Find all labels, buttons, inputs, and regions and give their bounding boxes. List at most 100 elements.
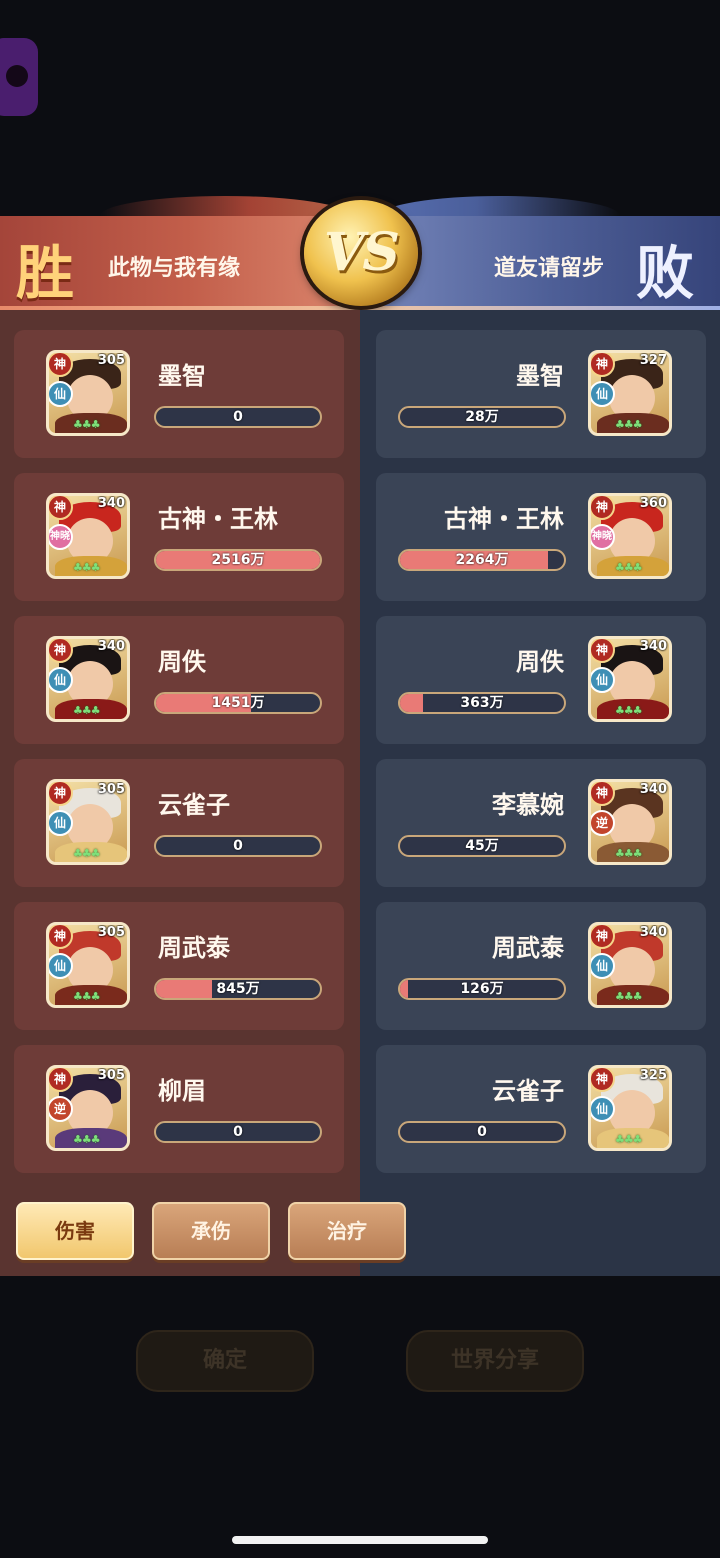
hero-level: 340 [97,496,125,511]
damage-value: 0 [233,1124,243,1140]
tier-badge: 神 [49,1068,73,1092]
damage-bar: 45万 [398,835,566,857]
tier-badge: 神 [49,925,73,949]
hero-portrait[interactable]: 327 神仙 ♣♣♣ [588,350,672,436]
damage-bar: 1451万 [154,692,322,714]
class-badge: 仙 [49,953,73,979]
damage-value: 363万 [460,695,504,711]
left-team-name: 此物与我有缘 [108,256,241,281]
damage-value: 126万 [460,981,504,997]
damage-value: 0 [233,838,243,854]
hero-portrait[interactable]: 360 神神晓 ♣♣♣ [588,493,672,579]
hero-portrait[interactable]: 340 神仙 ♣♣♣ [588,636,672,722]
class-badge: 仙 [49,667,73,693]
left-hero-card[interactable]: 305 神仙 ♣♣♣ 墨智 0 [14,330,344,458]
damage-value: 28万 [465,409,499,425]
damage-value: 0 [477,1124,487,1140]
class-badge: 神晓 [591,524,615,550]
tier-badge: 神 [591,639,615,663]
star-rating-icon: ♣♣♣ [615,704,643,717]
hero-name: 李慕婉 [492,791,564,819]
left-hero-card[interactable]: 305 神逆 ♣♣♣ 柳眉 0 [14,1045,344,1173]
damage-bar: 2264万 [398,549,566,571]
tab-healing[interactable]: 治疗 [288,1202,406,1260]
hero-level: 305 [97,782,125,797]
right-hero-card[interactable]: 325 神仙 ♣♣♣ 云雀子 0 [376,1045,706,1173]
hero-portrait[interactable]: 305 神逆 ♣♣♣ [46,1065,130,1151]
class-badge: 仙 [591,953,615,979]
world-share-button[interactable]: 世界分享 [406,1330,584,1392]
tier-badge: 神 [49,782,73,806]
star-rating-icon: ♣♣♣ [73,561,101,574]
left-hero-card[interactable]: 305 神仙 ♣♣♣ 周武泰 845万 [14,902,344,1030]
damage-bar: 2516万 [154,549,322,571]
hero-level: 340 [639,639,667,654]
right-hero-card[interactable]: 340 神逆 ♣♣♣ 李慕婉 45万 [376,759,706,887]
damage-value: 1451万 [211,695,265,711]
hero-level: 305 [97,925,125,940]
hero-name: 周武泰 [158,934,230,962]
star-rating-icon: ♣♣♣ [73,990,101,1003]
left-hero-card[interactable]: 340 神仙 ♣♣♣ 周佚 1451万 [14,616,344,744]
menu-button[interactable] [0,38,38,116]
star-rating-icon: ♣♣♣ [615,1133,643,1146]
hero-level: 340 [639,782,667,797]
hero-name: 周佚 [158,648,206,676]
hero-name: 柳眉 [158,1077,206,1105]
tier-badge: 神 [49,639,73,663]
damage-bar: 28万 [398,406,566,428]
tab-damage[interactable]: 伤害 [16,1202,134,1260]
star-rating-icon: ♣♣♣ [615,418,643,431]
vs-text: VS [324,222,400,283]
hero-name: 周武泰 [492,934,564,962]
hero-portrait[interactable]: 340 神神晓 ♣♣♣ [46,493,130,579]
right-hero-card[interactable]: 340 神仙 ♣♣♣ 周武泰 126万 [376,902,706,1030]
hero-level: 340 [97,639,125,654]
star-rating-icon: ♣♣♣ [615,561,643,574]
star-rating-icon: ♣♣♣ [73,418,101,431]
hero-level: 325 [639,1068,667,1083]
hero-name: 古神・王林 [158,505,278,533]
star-rating-icon: ♣♣♣ [73,1133,101,1146]
damage-bar: 126万 [398,978,566,1000]
hero-portrait[interactable]: 305 神仙 ♣♣♣ [46,779,130,865]
hero-portrait[interactable]: 325 神仙 ♣♣♣ [588,1065,672,1151]
right-hero-card[interactable]: 340 神仙 ♣♣♣ 周佚 363万 [376,616,706,744]
left-hero-card[interactable]: 340 神神晓 ♣♣♣ 古神・王林 2516万 [14,473,344,601]
damage-value: 45万 [465,838,499,854]
hero-level: 305 [97,353,125,368]
tier-badge: 神 [591,1068,615,1092]
right-hero-card[interactable]: 327 神仙 ♣♣♣ 墨智 28万 [376,330,706,458]
right-team-name: 道友请留步 [494,256,605,281]
hero-level: 360 [639,496,667,511]
damage-bar: 363万 [398,692,566,714]
hero-portrait[interactable]: 340 神仙 ♣♣♣ [588,922,672,1008]
hero-portrait[interactable]: 340 神仙 ♣♣♣ [46,636,130,722]
class-badge: 逆 [49,1096,73,1122]
hero-level: 327 [639,353,667,368]
hero-portrait[interactable]: 340 神逆 ♣♣♣ [588,779,672,865]
damage-value: 2264万 [455,552,509,568]
damage-value: 0 [233,409,243,425]
hero-portrait[interactable]: 305 神仙 ♣♣♣ [46,922,130,1008]
tier-badge: 神 [591,353,615,377]
hero-name: 周佚 [516,648,564,676]
tier-badge: 神 [591,496,615,520]
class-badge: 仙 [49,381,73,407]
class-badge: 仙 [591,381,615,407]
tier-badge: 神 [49,496,73,520]
class-badge: 仙 [591,667,615,693]
class-badge: 仙 [49,810,73,836]
confirm-button[interactable]: 确定 [136,1330,314,1392]
tab-damage-taken[interactable]: 承伤 [152,1202,270,1260]
home-indicator[interactable] [232,1536,488,1544]
tier-badge: 神 [49,353,73,377]
star-rating-icon: ♣♣♣ [615,990,643,1003]
tier-badge: 神 [591,782,615,806]
damage-value: 845万 [216,981,260,997]
right-hero-card[interactable]: 360 神神晓 ♣♣♣ 古神・王林 2264万 [376,473,706,601]
hero-portrait[interactable]: 305 神仙 ♣♣♣ [46,350,130,436]
class-badge: 神晓 [49,524,73,550]
left-hero-card[interactable]: 305 神仙 ♣♣♣ 云雀子 0 [14,759,344,887]
hero-name: 墨智 [516,362,564,390]
